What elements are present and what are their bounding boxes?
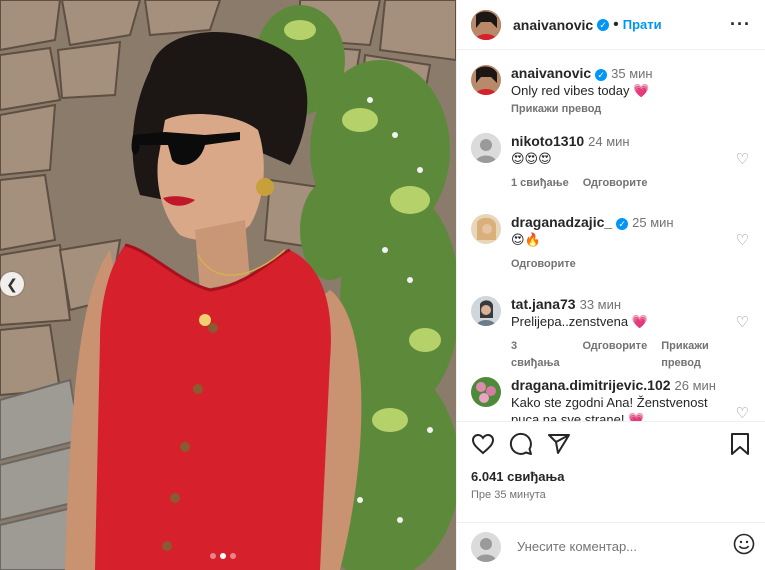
caption-translate-link[interactable]: Прикажи превод — [511, 101, 653, 118]
verified-badge-icon: ✓ — [597, 18, 610, 31]
comment-username[interactable]: tat.jana73 — [511, 296, 576, 312]
comment-reply-button[interactable]: Одговорите — [582, 338, 647, 372]
carousel-dot — [210, 553, 216, 559]
comment-username[interactable]: dragana.dimitrijevic.102 — [511, 377, 671, 393]
like-heart-icon[interactable] — [471, 432, 495, 462]
comment-avatar[interactable] — [471, 377, 501, 407]
author-username[interactable]: anaivanovic — [513, 17, 593, 33]
comment-like-heart-icon[interactable]: ♡ — [736, 313, 749, 331]
comment-username[interactable]: draganadzajic_ — [511, 214, 612, 230]
comment-username[interactable]: nikoto1310 — [511, 133, 584, 149]
post-side-panel: anaivanovic ✓ • Прати ··· anaivanovic ✓ 35… — [456, 0, 765, 570]
comment-text: Kako ste zgodni Ana! Ženstvenost pucа na… — [511, 395, 708, 421]
comment-text: 😍😍😍 — [511, 151, 552, 166]
likes-count[interactable]: 6.041 свиђања — [471, 469, 565, 484]
caption-username[interactable]: anaivanovic — [511, 65, 591, 81]
comment-likes[interactable]: 1 свиђање — [511, 175, 569, 192]
comment-time[interactable]: 33 мин — [580, 297, 621, 312]
comment-bubble-icon[interactable] — [509, 432, 533, 462]
comment-likes[interactable]: 3 свиђања — [511, 338, 568, 372]
emoji-picker-icon[interactable] — [733, 533, 755, 561]
post-timestamp: Пре 35 минута — [471, 489, 546, 501]
carousel-dot — [230, 553, 236, 559]
caption: anaivanovic ✓ 35 мин Only red vibes today … — [471, 65, 751, 118]
follow-button[interactable]: Прати — [623, 17, 662, 32]
post-actions: 6.041 свиђања Пре 35 минута — [457, 421, 765, 532]
caption-avatar[interactable] — [471, 65, 501, 95]
comment-item: draganadzajic_ ✓ 25 мин 😍🔥 Одговорите ♡ — [471, 214, 751, 273]
carousel-prev-button[interactable]: ❮ — [0, 272, 24, 296]
comment-item: nikoto1310 24 мин 😍😍😍 1 свиђање Одговорит… — [471, 133, 751, 192]
comment-avatar[interactable] — [471, 133, 501, 163]
current-user-avatar — [471, 531, 501, 562]
share-send-icon[interactable] — [547, 432, 571, 462]
comments-list[interactable]: anaivanovic ✓ 35 мин Only red vibes today … — [457, 51, 765, 421]
comment-translate-link[interactable]: Прикажи превод — [661, 338, 751, 372]
comment-reply-button[interactable]: Одговорите — [511, 256, 576, 273]
post-photo — [0, 0, 456, 570]
caption-time[interactable]: 35 мин — [611, 66, 652, 81]
comment-text: Prelijepa..zenstvena 💗 — [511, 314, 648, 329]
carousel-dot-active — [220, 553, 226, 559]
comment-like-heart-icon[interactable]: ♡ — [736, 150, 749, 168]
comment-input[interactable] — [515, 538, 719, 555]
author-avatar[interactable] — [471, 9, 501, 40]
verified-badge-icon: ✓ — [616, 217, 629, 230]
save-bookmark-icon[interactable] — [729, 432, 751, 462]
comment-like-heart-icon[interactable]: ♡ — [736, 231, 749, 249]
comment-text: 😍🔥 — [511, 232, 541, 247]
comment-item: dragana.dimitrijevic.102 26 мин Kako ste … — [471, 377, 751, 421]
post-image[interactable]: ❮ — [0, 0, 456, 570]
caption-text: Only red vibes today 💗 — [511, 83, 650, 98]
comment-time[interactable]: 26 мин — [675, 378, 716, 393]
comment-like-heart-icon[interactable]: ♡ — [736, 404, 749, 421]
post-header: anaivanovic ✓ • Прати ··· — [457, 0, 765, 50]
comment-time[interactable]: 25 мин — [632, 215, 673, 230]
comment-avatar[interactable] — [471, 214, 501, 244]
chevron-left-icon: ❮ — [6, 275, 18, 292]
comment-avatar[interactable] — [471, 296, 501, 326]
comment-time[interactable]: 24 мин — [588, 134, 629, 149]
comment-item: tat.jana73 33 мин Prelijepa..zenstvena 💗 … — [471, 296, 751, 372]
verified-badge-icon: ✓ — [595, 68, 608, 81]
carousel-indicator — [210, 553, 236, 559]
add-comment-bar — [457, 522, 765, 570]
more-options-icon[interactable]: ··· — [730, 14, 751, 35]
comment-reply-button[interactable]: Одговорите — [583, 175, 648, 192]
